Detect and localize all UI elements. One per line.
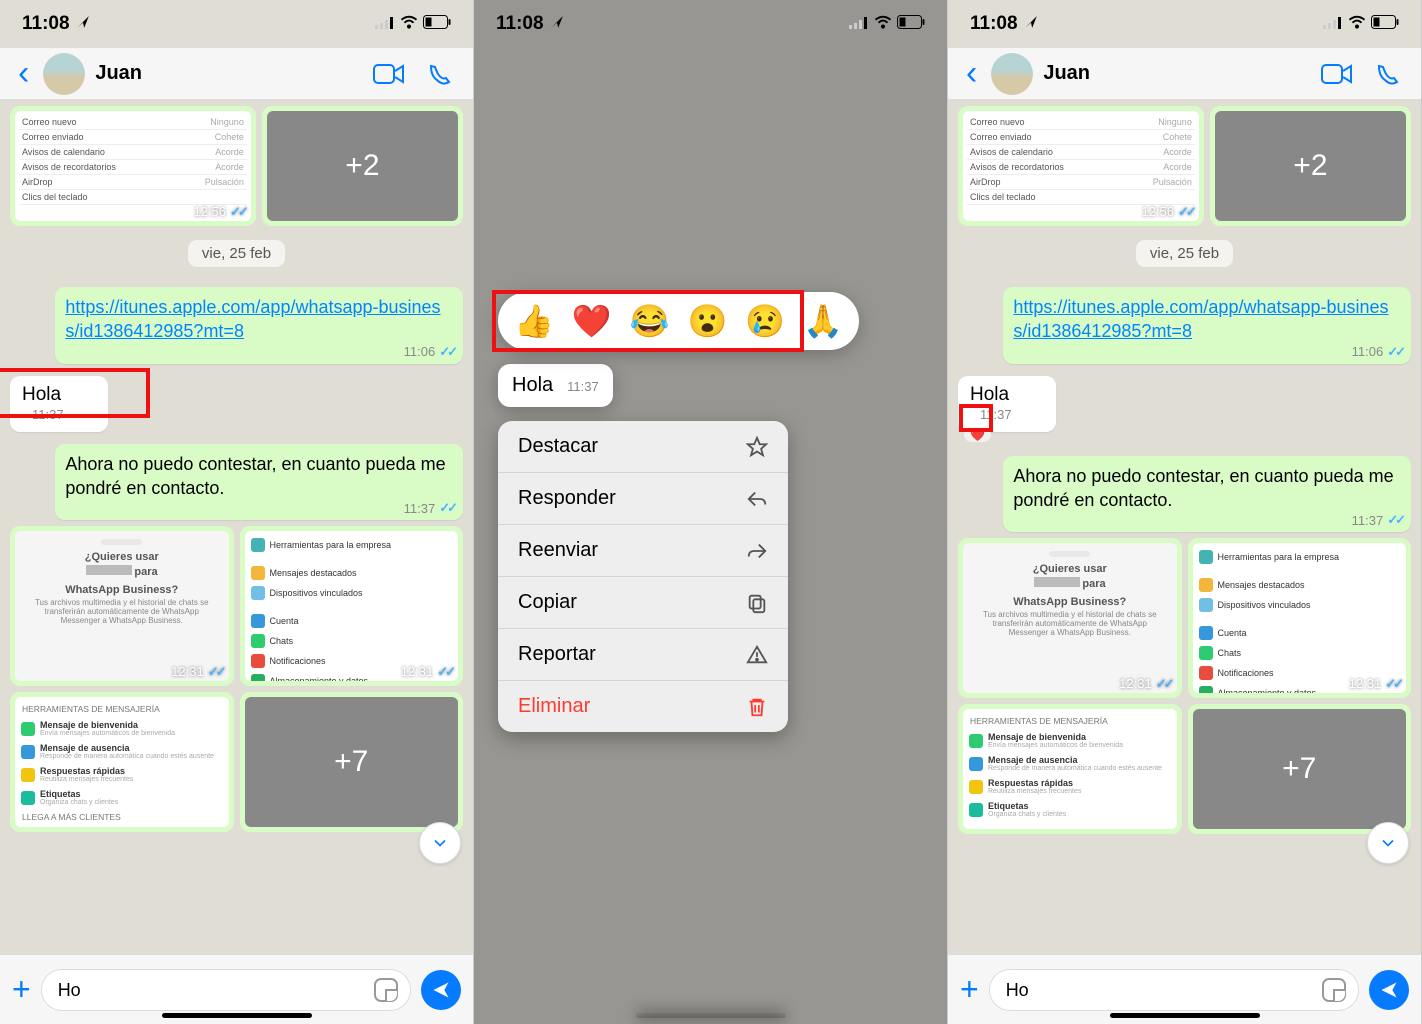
message-reaction[interactable]: ❤️ <box>964 427 991 442</box>
message-input[interactable]: Ho <box>41 969 411 1011</box>
forward-icon <box>746 540 768 562</box>
chat-area: Correo nuevoNinguno Correo enviadoCohete… <box>0 100 473 954</box>
context-forward[interactable]: Reenviar <box>498 525 788 577</box>
home-indicator <box>1110 1013 1260 1018</box>
sent-link-message[interactable]: https://itunes.apple.com/app/whatsapp-bu… <box>1003 287 1411 364</box>
attach-button[interactable]: + <box>12 971 31 1008</box>
voice-call-button[interactable] <box>1371 62 1403 86</box>
reaction-heart[interactable]: ❤️ <box>572 302 612 340</box>
reaction-wow[interactable]: 😮 <box>688 302 728 340</box>
voice-call-button[interactable] <box>423 62 455 86</box>
media-extra-count-2[interactable]: +7 <box>1193 709 1407 829</box>
video-call-button[interactable] <box>373 62 405 86</box>
date-header: vie, 25 feb <box>1136 240 1233 267</box>
sent-autoreply-message[interactable]: Ahora no puedo contestar, en cuanto pued… <box>55 444 463 521</box>
status-bar: 11:08 <box>0 0 473 48</box>
status-time: 11:08 <box>970 13 1018 35</box>
sticker-icon[interactable] <box>1322 978 1346 1002</box>
media-extra-count-2[interactable]: +7 <box>245 697 459 827</box>
send-button[interactable] <box>1369 970 1409 1010</box>
context-delete[interactable]: Eliminar <box>498 681 788 732</box>
message-input[interactable]: Ho <box>989 969 1359 1011</box>
wifi-icon <box>400 13 418 35</box>
battery-icon <box>423 13 451 35</box>
copy-icon <box>746 592 768 614</box>
date-header: vie, 25 feb <box>188 240 285 267</box>
reaction-laugh[interactable]: 😂 <box>630 302 670 340</box>
signal-icon <box>1323 13 1343 35</box>
received-hola-message[interactable]: Hola 11:37 ❤️ <box>958 376 1056 432</box>
battery-icon <box>1371 13 1399 35</box>
media-extra-count[interactable]: +2 <box>1215 111 1406 221</box>
contact-avatar[interactable] <box>991 53 1033 95</box>
scroll-to-bottom-button[interactable] <box>1367 822 1409 864</box>
context-report[interactable]: Reportar <box>498 629 788 681</box>
warn-icon <box>746 644 768 666</box>
send-button[interactable] <box>421 970 461 1010</box>
video-call-button[interactable] <box>1321 62 1353 86</box>
scroll-to-bottom-button[interactable] <box>419 822 461 864</box>
reaction-sad[interactable]: 😢 <box>745 302 785 340</box>
contact-name[interactable]: Juan <box>1043 62 1303 85</box>
trash-icon <box>746 696 768 718</box>
reply-icon <box>746 488 768 510</box>
screenshot-2: 11:08 👍 ❤️ 😂 😮 😢 🙏 Hola 11:37 <box>474 0 948 1024</box>
contact-avatar[interactable] <box>43 53 85 95</box>
location-icon <box>1024 13 1038 35</box>
chat-header: ‹ Juan <box>0 48 473 100</box>
signal-icon <box>375 13 395 35</box>
back-button[interactable]: ‹ <box>966 54 977 93</box>
status-bar: 11:08 <box>948 0 1421 48</box>
screenshot-1: 11:08 ‹ Juan Correo nuevoNinguno Correo … <box>0 0 474 1024</box>
sticker-icon[interactable] <box>374 978 398 1002</box>
media-extra-count[interactable]: +2 <box>267 111 458 221</box>
reaction-thumbs-up[interactable]: 👍 <box>514 302 554 340</box>
selected-message: Hola 11:37 <box>498 364 613 407</box>
location-icon <box>76 13 90 35</box>
context-star[interactable]: Destacar <box>498 421 788 473</box>
sent-autoreply-message[interactable]: Ahora no puedo contestar, en cuanto pued… <box>1003 456 1411 533</box>
back-button[interactable]: ‹ <box>18 54 29 93</box>
chat-area: Correo nuevoNinguno Correo enviadoCohete… <box>948 100 1421 954</box>
reaction-picker: 👍 ❤️ 😂 😮 😢 🙏 <box>498 292 859 350</box>
home-indicator <box>162 1013 312 1018</box>
context-copy[interactable]: Copiar <box>498 577 788 629</box>
context-menu: Destacar Responder Reenviar Copiar Repor… <box>498 421 788 732</box>
contact-name[interactable]: Juan <box>95 62 355 85</box>
screenshot-3: 11:08 ‹ Juan Correo nuevoNinguno Correo … <box>948 0 1422 1024</box>
star-icon <box>746 436 768 458</box>
wifi-icon <box>1348 13 1366 35</box>
attach-button[interactable]: + <box>960 971 979 1008</box>
context-reply[interactable]: Responder <box>498 473 788 525</box>
chat-header: ‹ Juan <box>948 48 1421 100</box>
reaction-pray[interactable]: 🙏 <box>803 302 843 340</box>
status-time: 11:08 <box>22 13 70 35</box>
received-hola-message[interactable]: Hola 11:37 <box>10 376 108 432</box>
sent-link-message[interactable]: https://itunes.apple.com/app/whatsapp-bu… <box>55 287 463 364</box>
